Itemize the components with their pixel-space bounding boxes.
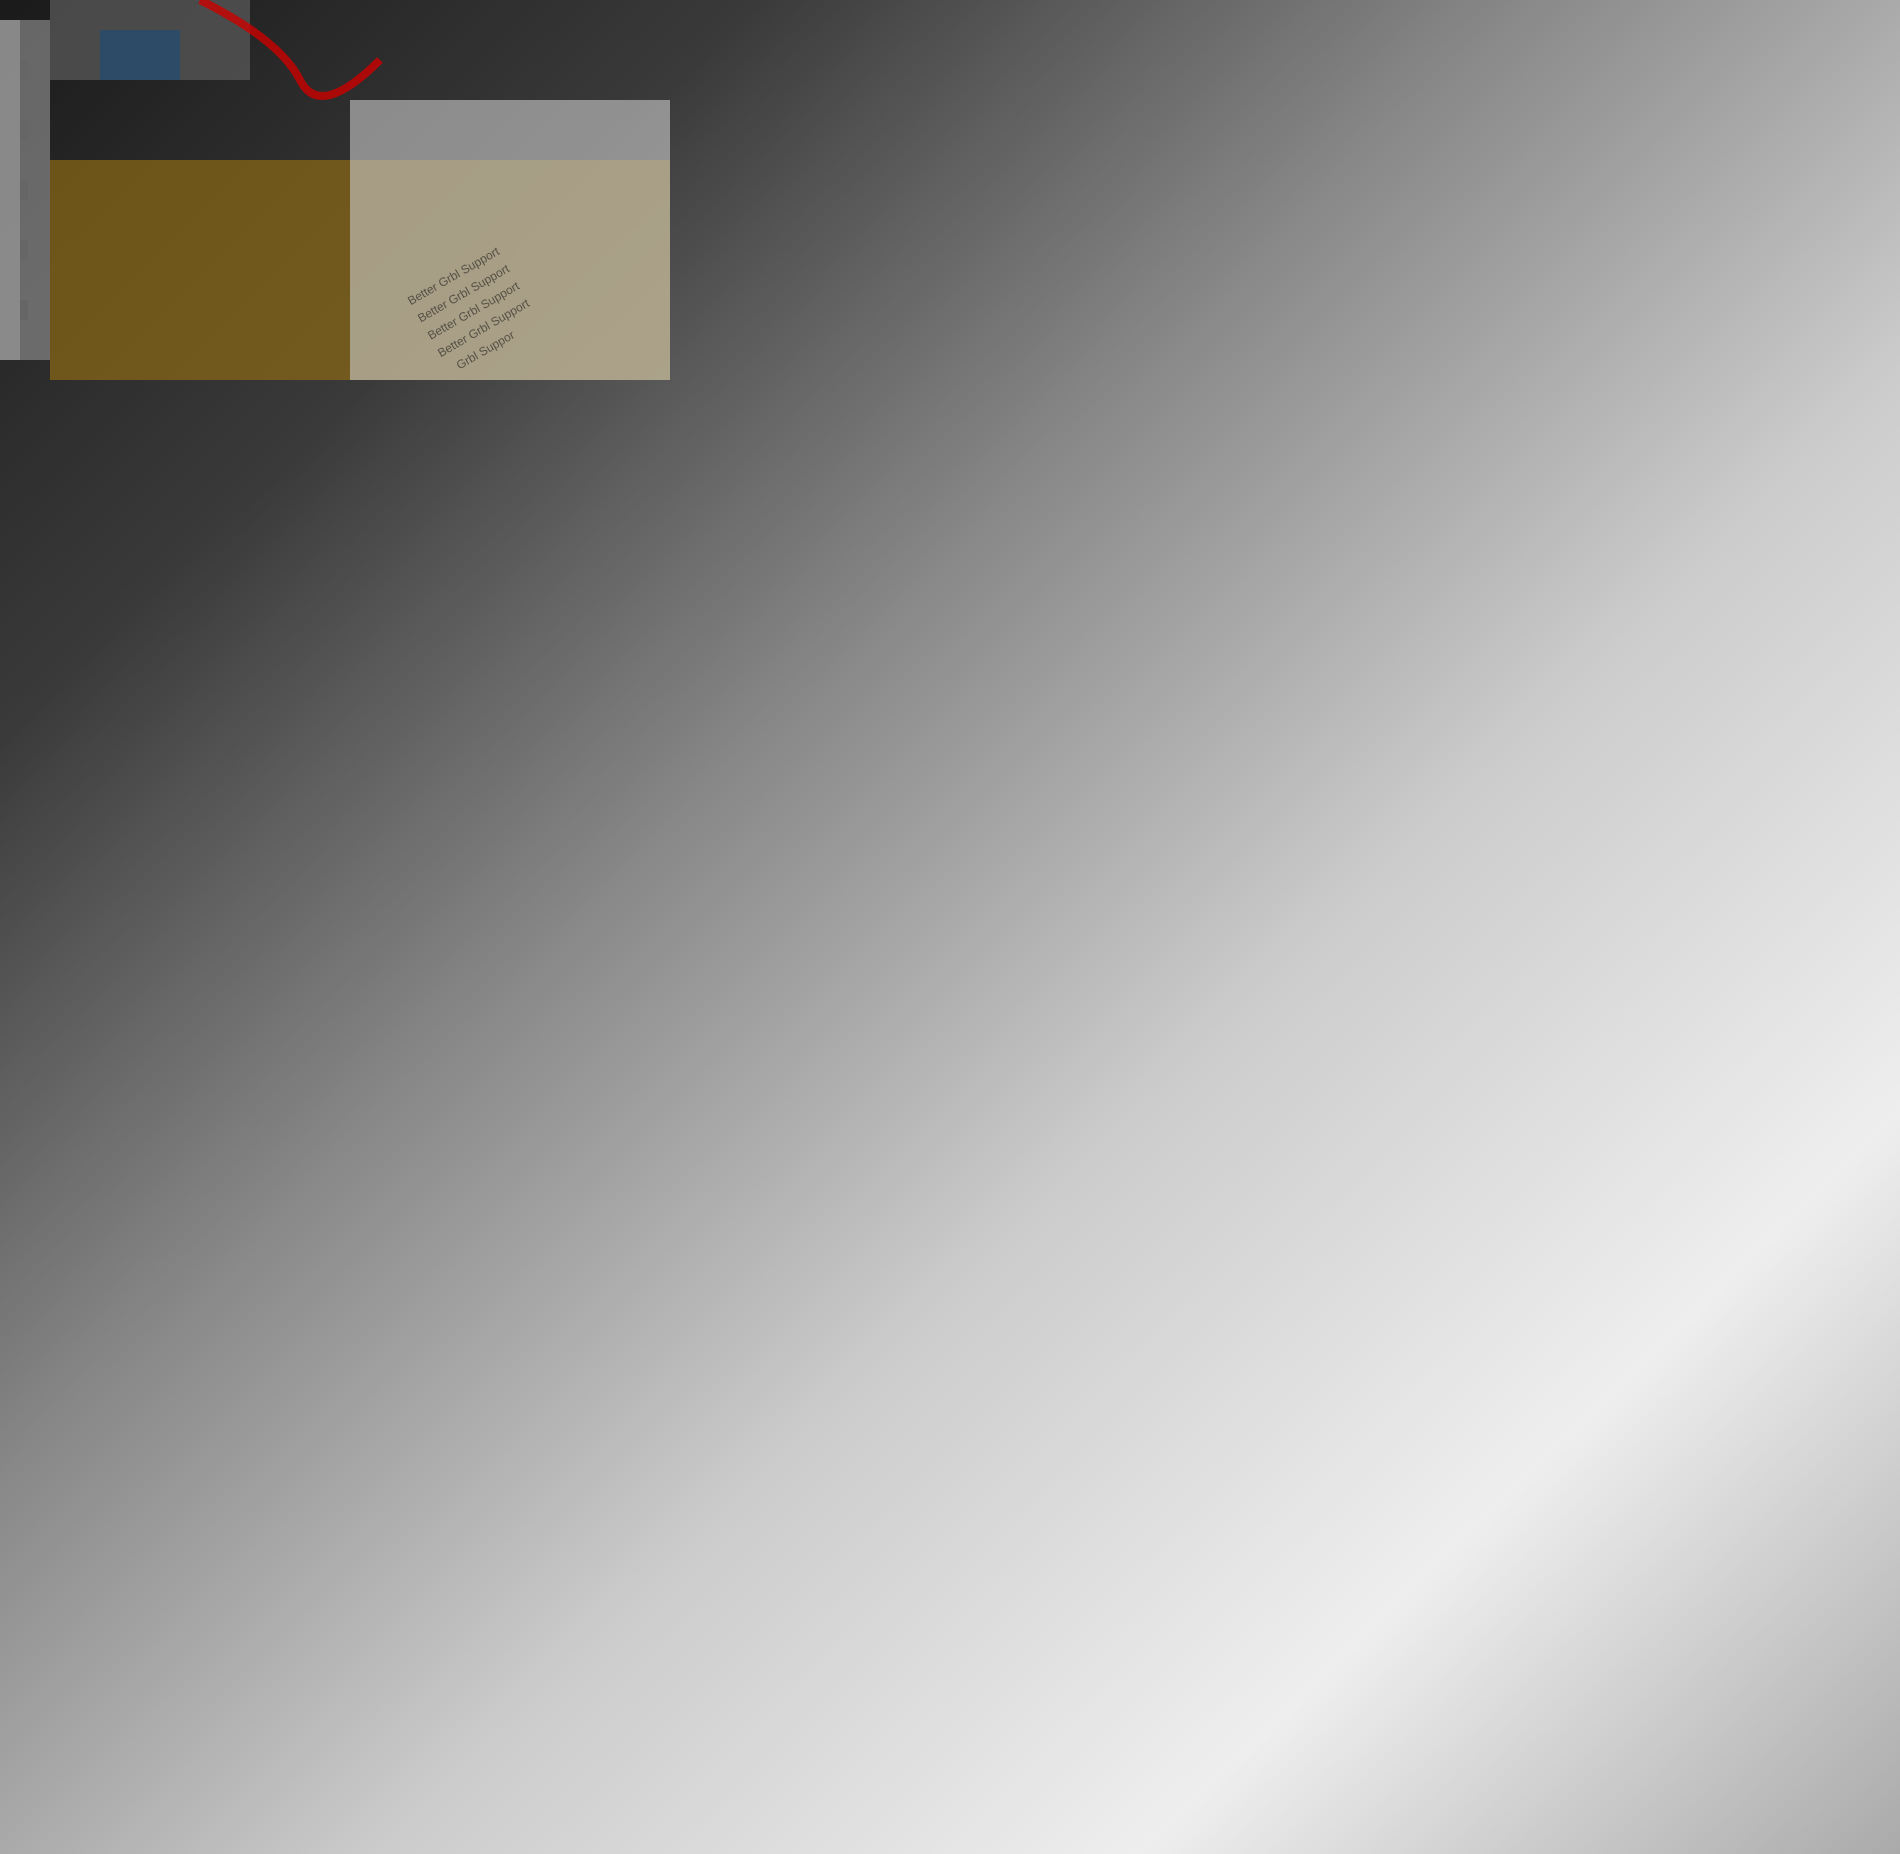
camera-image: Better Grbl Support Better Grbl Support … [354,101,1086,481]
camera-view: Better Grbl Support Better Grbl Support … [354,101,1086,481]
main-content: Grbl Control Terminal Timelapse FileMana… [340,50,1100,1854]
main-layout: 📶 Connection ℹ State State: Operational … [0,50,1100,1854]
